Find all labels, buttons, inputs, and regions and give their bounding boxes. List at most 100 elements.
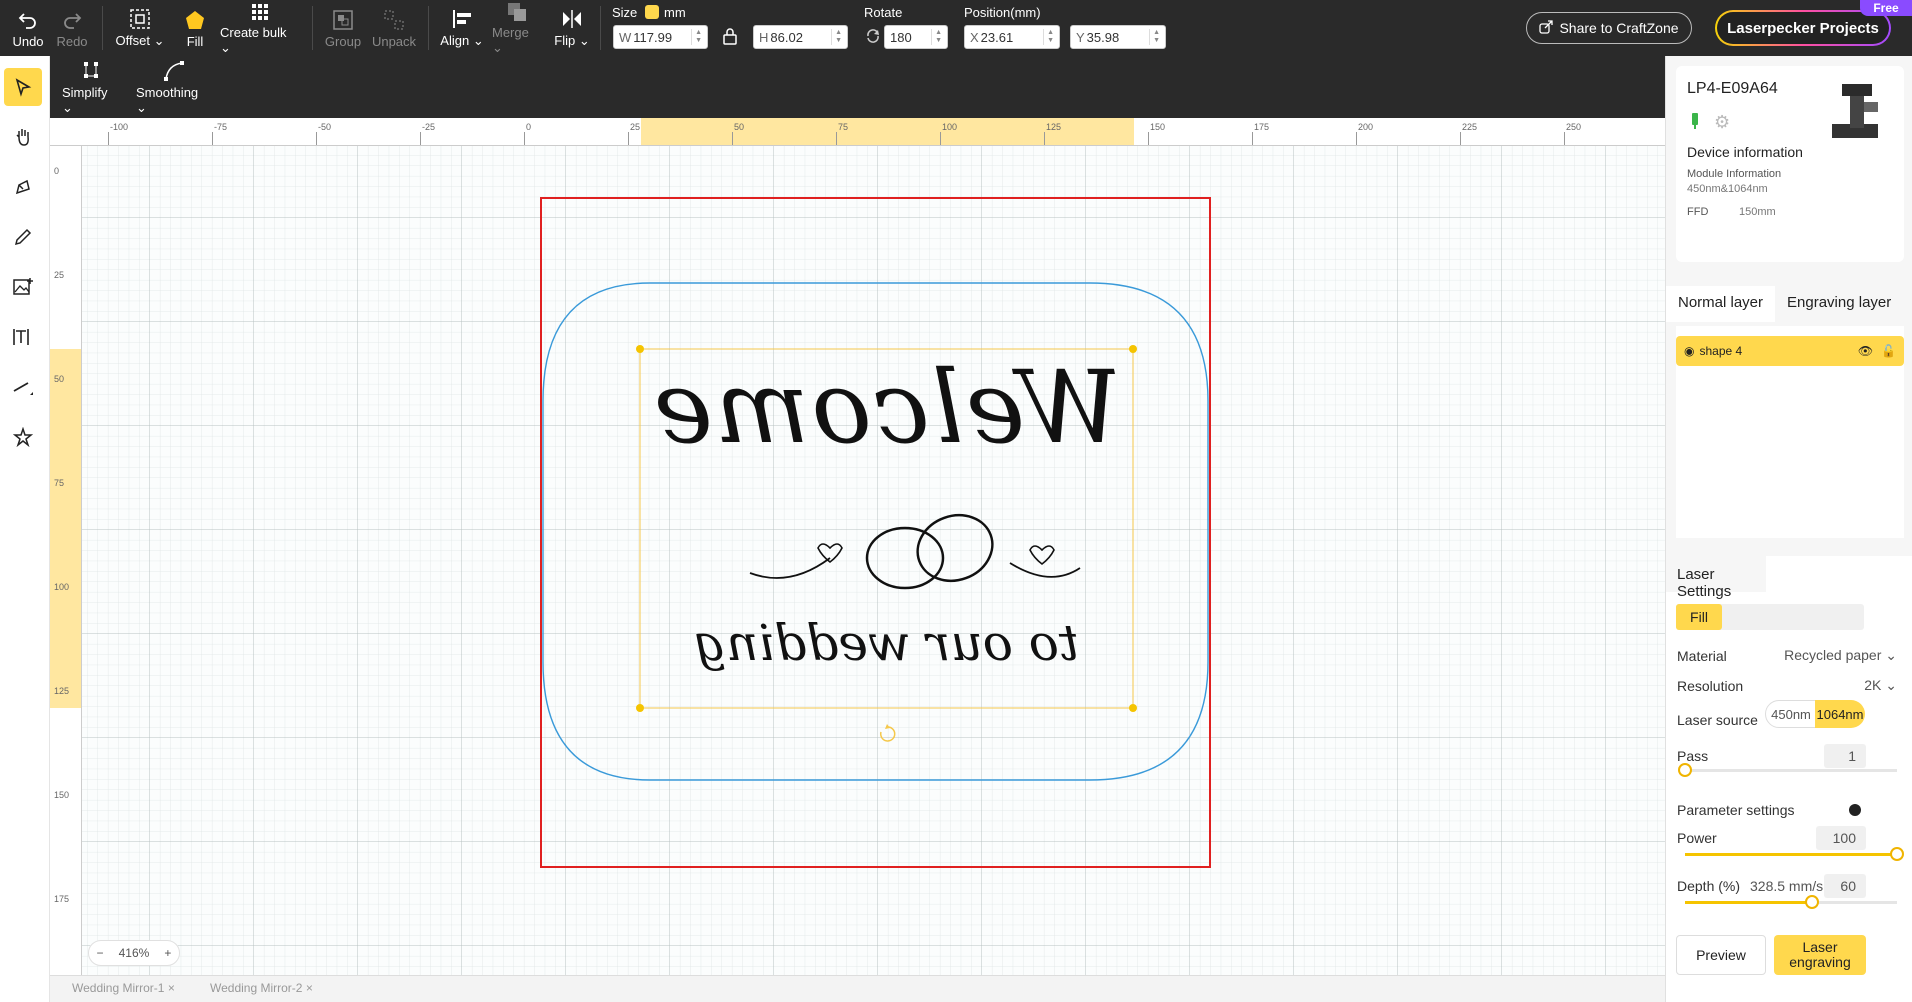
settings-gear-icon[interactable]: ⚙ xyxy=(1714,112,1730,133)
document-tab[interactable]: Wedding Mirror-2 × xyxy=(210,981,313,995)
ruler-tick xyxy=(420,132,421,145)
select-tool[interactable] xyxy=(4,68,42,106)
device-card: LP4-E09A64 ⚙ Device information Module I… xyxy=(1676,66,1904,262)
laser-source-label: Laser source xyxy=(1677,712,1758,728)
parameter-menu-icon[interactable] xyxy=(1849,804,1861,816)
fill-button[interactable]: Fill xyxy=(180,0,210,56)
pen-tool[interactable] xyxy=(4,168,42,206)
position-x-input[interactable]: X 23.61 ▲ ▼ xyxy=(964,25,1060,49)
zoom-out-button[interactable]: − xyxy=(97,946,104,960)
size-lock-toggle[interactable] xyxy=(645,5,659,19)
depth-input[interactable]: 60 xyxy=(1824,874,1866,898)
group-button[interactable]: Group xyxy=(322,0,364,56)
material-select[interactable]: Recycled paper ⌄ xyxy=(1757,647,1897,664)
tab-engraving-layer[interactable]: Engraving layer xyxy=(1775,286,1903,322)
power-slider-knob[interactable] xyxy=(1890,847,1904,861)
undo-label: Undo xyxy=(12,33,44,49)
simplify-icon xyxy=(81,59,103,83)
fill-mode-button[interactable]: Fill xyxy=(1676,604,1722,630)
smoothing-button[interactable]: Smoothing ⌄ xyxy=(136,56,212,118)
ruler-tick-label: 75 xyxy=(838,122,849,132)
design-canvas[interactable]: Welcome to our wedding xyxy=(50,118,1665,975)
source-450nm-option[interactable]: 450nm xyxy=(1767,702,1815,726)
flip-label: Flip ⌄ xyxy=(554,33,590,48)
depth-label: Depth (%) xyxy=(1677,878,1741,894)
laser-engraving-button[interactable]: Laser engraving xyxy=(1774,935,1866,975)
ruler-tick-label: 100 xyxy=(54,582,70,592)
size-unit: mm xyxy=(664,5,686,20)
offset-icon xyxy=(129,7,151,31)
pass-input[interactable]: 1 xyxy=(1824,744,1866,768)
height-stepper[interactable]: ▲ ▼ xyxy=(831,29,842,45)
unlock-icon[interactable]: 🔓 xyxy=(1881,344,1896,358)
close-icon[interactable]: × xyxy=(306,981,313,995)
align-icon xyxy=(451,7,473,31)
align-button[interactable]: Align ⌄ xyxy=(438,0,486,56)
undo-icon xyxy=(18,8,38,32)
depth-slider-fill xyxy=(1685,901,1813,904)
unpack-button[interactable]: Unpack xyxy=(370,0,418,56)
ruler-tick xyxy=(316,132,317,145)
redo-icon xyxy=(62,8,82,32)
tab-normal-layer[interactable]: Normal layer xyxy=(1666,286,1776,322)
ruler-tick-label: 25 xyxy=(630,122,641,132)
undo-button[interactable]: Undo xyxy=(10,0,46,56)
eye-icon[interactable]: 👁 xyxy=(1858,344,1873,358)
close-icon[interactable]: × xyxy=(168,981,175,995)
pencil-tool[interactable] xyxy=(4,218,42,256)
pass-slider-knob[interactable] xyxy=(1678,763,1692,777)
flip-button[interactable]: Flip ⌄ xyxy=(554,0,590,56)
ruler-tick-label: 250 xyxy=(1566,122,1582,132)
vertical-ruler: 0 25 50 75 100 125 150 175 xyxy=(50,146,82,975)
power-input[interactable]: 100 xyxy=(1816,826,1866,850)
lock-icon[interactable] xyxy=(722,27,738,50)
document-tab[interactable]: Wedding Mirror-1 × xyxy=(72,981,175,995)
create-bulk-button[interactable]: Create bulk ⌄ xyxy=(220,0,300,56)
star-shape-icon xyxy=(13,427,33,447)
text-tool[interactable] xyxy=(4,318,42,356)
material-label: Material xyxy=(1677,648,1727,664)
size-label: Size xyxy=(612,5,638,20)
width-stepper[interactable]: ▲ ▼ xyxy=(691,29,702,45)
ruler-tick-label: 175 xyxy=(1254,122,1270,132)
ruler-tick-label: 75 xyxy=(54,478,65,488)
ruler-tick xyxy=(1044,132,1045,145)
depth-slider-knob[interactable] xyxy=(1805,895,1820,909)
selection-handle xyxy=(1129,704,1137,712)
merge-label: Merge ⌄ xyxy=(492,25,529,55)
image-tool[interactable] xyxy=(4,268,42,306)
position-x-stepper[interactable]: ▲ ▼ xyxy=(1043,29,1054,45)
line-tool[interactable] xyxy=(4,368,42,406)
source-1064nm-option[interactable]: 1064nm xyxy=(1815,700,1865,728)
width-input[interactable]: W 117.99 ▲ ▼ xyxy=(613,25,708,49)
merge-icon xyxy=(506,0,528,23)
ruler-tick xyxy=(940,132,941,145)
zoom-in-button[interactable]: + xyxy=(164,946,171,960)
resolution-select[interactable]: 2K ⌄ xyxy=(1817,677,1897,694)
layer-item[interactable]: ◉ shape 4 👁 🔓 xyxy=(1676,336,1904,366)
layer-tabs: Normal layer Engraving layer xyxy=(1666,286,1912,322)
ruler-tick-label: 100 xyxy=(942,122,958,132)
depth-slider[interactable] xyxy=(1685,895,1897,909)
add-image-icon xyxy=(13,278,33,295)
text-icon xyxy=(13,329,29,345)
power-slider[interactable] xyxy=(1685,847,1904,861)
ruler-tick xyxy=(524,132,525,145)
height-input[interactable]: H 86.02 ▲ ▼ xyxy=(753,25,848,49)
position-y-stepper[interactable]: ▲ ▼ xyxy=(1149,29,1160,45)
preview-button[interactable]: Preview xyxy=(1676,935,1766,975)
offset-button[interactable]: Offset ⌄ xyxy=(114,0,166,56)
share-to-craftzone-button[interactable]: Share to CraftZone xyxy=(1526,12,1692,44)
rotate-stepper[interactable]: ▲ ▼ xyxy=(931,29,942,45)
hand-tool[interactable] xyxy=(4,118,42,156)
selection-handle xyxy=(636,704,644,712)
rotate-input[interactable]: 180 ▲ ▼ xyxy=(884,25,948,49)
redo-button[interactable]: Redo xyxy=(54,0,90,56)
position-y-input[interactable]: Y 35.98 ▲ ▼ xyxy=(1070,25,1166,49)
merge-button[interactable]: Merge ⌄ xyxy=(492,0,542,56)
magic-tool[interactable] xyxy=(4,418,42,456)
ruler-tick xyxy=(1148,132,1149,145)
simplify-button[interactable]: Simplify ⌄ xyxy=(62,56,122,118)
pass-slider[interactable] xyxy=(1678,763,1897,777)
ruler-tick-label: 200 xyxy=(1358,122,1374,132)
